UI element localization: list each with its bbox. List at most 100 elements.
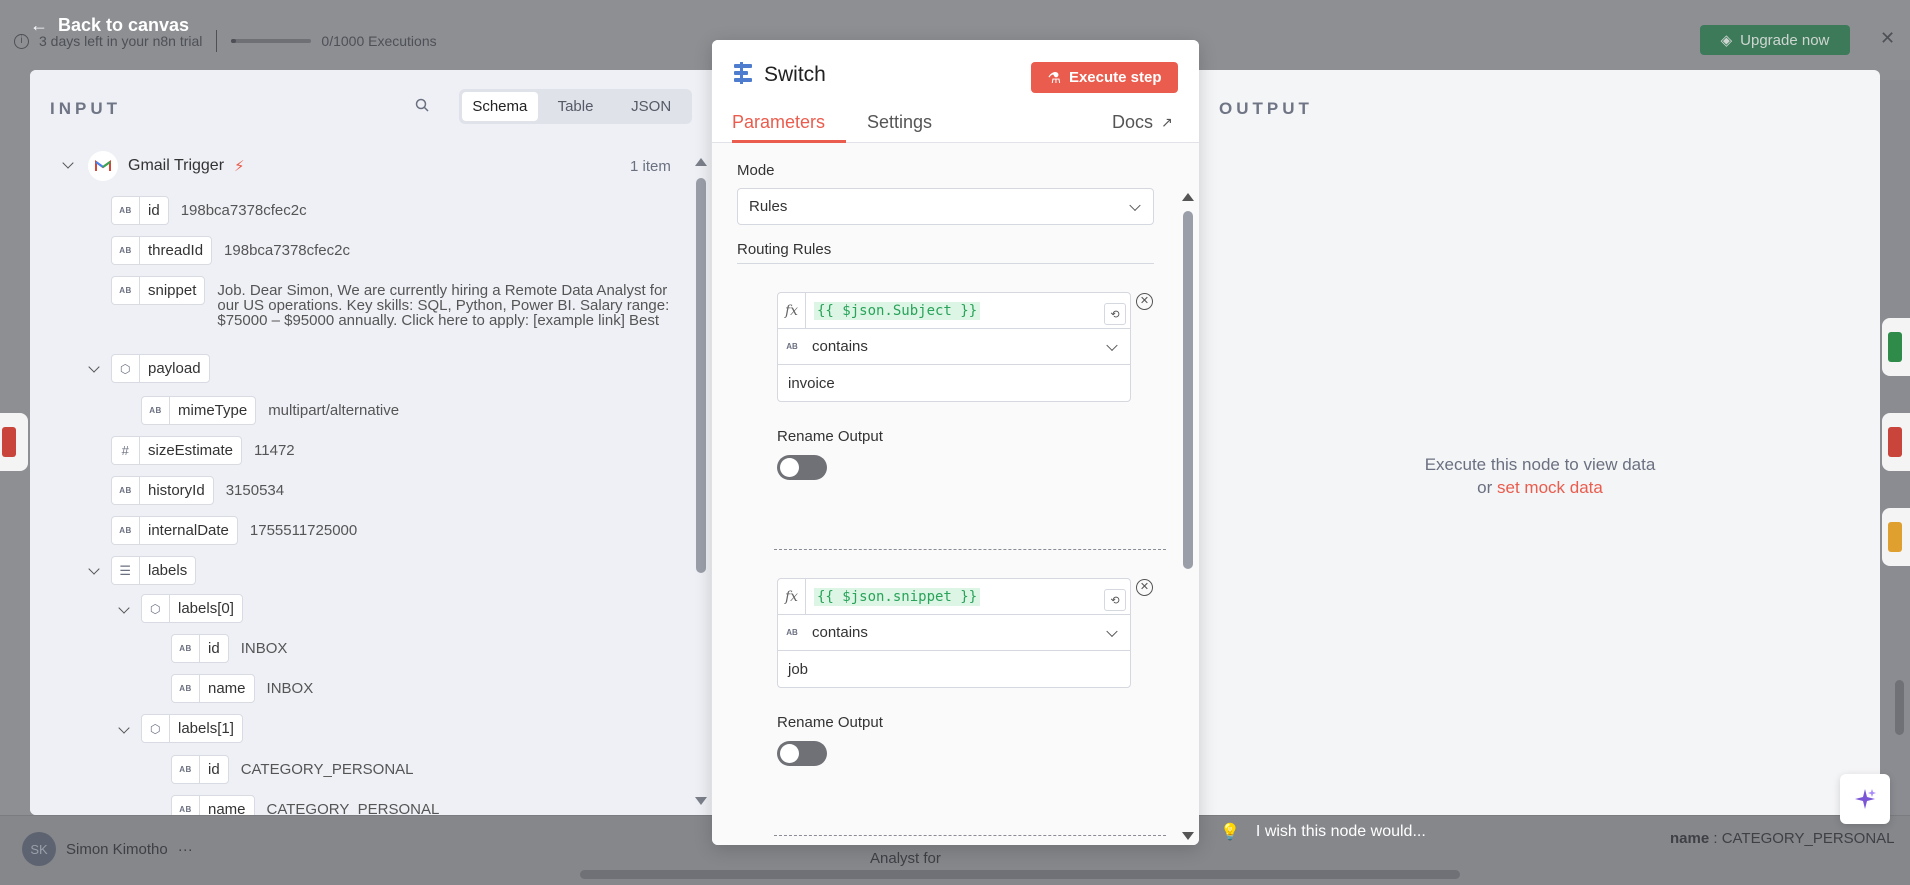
user-name: Simon Kimotho bbox=[66, 840, 168, 858]
remove-rule-icon[interactable]: ✕ bbox=[1136, 579, 1153, 596]
tab-settings[interactable]: Settings bbox=[867, 112, 932, 133]
back-label: Back to canvas bbox=[58, 15, 190, 35]
input-scrollbar[interactable] bbox=[696, 178, 706, 573]
mode-select[interactable]: Rules bbox=[737, 188, 1154, 225]
field-value: Job. Dear Simon, We are currently hiring… bbox=[217, 282, 670, 329]
diamond-icon: ◈ bbox=[1720, 32, 1733, 49]
bg-name-value: : CATEGORY_PERSONAL bbox=[1713, 830, 1895, 847]
field-key: sizeEstimate bbox=[148, 442, 234, 459]
search-icon[interactable] bbox=[415, 98, 429, 112]
schema-field[interactable]: AB historyId 3150534 bbox=[111, 476, 284, 505]
operator-select[interactable]: AB contains bbox=[778, 329, 1130, 365]
executions-count: 0/1000 Executions bbox=[321, 33, 437, 49]
reset-icon[interactable]: ⟲ bbox=[1104, 589, 1126, 611]
remove-rule-icon[interactable]: ✕ bbox=[1136, 293, 1153, 310]
parameters-scrollbar[interactable] bbox=[1183, 211, 1193, 569]
object-type-icon: ⬡ bbox=[142, 715, 170, 742]
rename-output-toggle[interactable] bbox=[777, 455, 827, 480]
schema-list[interactable]: ☰ labels bbox=[111, 556, 197, 585]
tab-json[interactable]: JSON bbox=[613, 92, 689, 121]
canvas-horizontal-scrollbar[interactable] bbox=[580, 870, 1460, 879]
operator-value: contains bbox=[812, 624, 868, 641]
scroll-up-icon[interactable] bbox=[1182, 193, 1194, 201]
scroll-up-icon[interactable] bbox=[695, 158, 707, 166]
node-title[interactable]: Switch bbox=[764, 63, 826, 87]
string-type-icon: AB bbox=[112, 237, 140, 264]
bg-name-row: name : CATEGORY_PERSONAL bbox=[1670, 830, 1895, 847]
routing-rules-label: Routing Rules bbox=[737, 241, 832, 258]
field-value: INBOX bbox=[240, 640, 288, 657]
field-value: 198bca7378cfec2c bbox=[224, 242, 350, 259]
field-key: labels[1] bbox=[178, 720, 234, 737]
rename-output-toggle[interactable] bbox=[777, 741, 827, 766]
expression-field[interactable]: fx {{ $json.Subject }} ⟲ bbox=[778, 292, 1130, 329]
scroll-down-icon[interactable] bbox=[1182, 832, 1194, 840]
schema-field[interactable]: AB internalDate 1755511725000 bbox=[111, 516, 357, 545]
chevron-down-icon bbox=[1129, 199, 1141, 211]
arrow-left-icon: ← bbox=[30, 15, 48, 35]
schema-field[interactable]: AB threadId 198bca7378cfec2c bbox=[111, 236, 350, 265]
upgrade-button[interactable]: ◈ Upgrade now bbox=[1700, 25, 1850, 55]
avatar: SK bbox=[22, 832, 56, 866]
schema-field[interactable]: AB id 198bca7378cfec2c bbox=[111, 196, 307, 225]
chevron-down-icon bbox=[1106, 625, 1118, 637]
operator-select[interactable]: AB contains bbox=[778, 615, 1130, 651]
back-to-canvas-link[interactable]: ← Back to canvas bbox=[30, 15, 189, 36]
field-value: 11472 bbox=[254, 442, 295, 459]
field-value: multipart/alternative bbox=[268, 402, 400, 419]
divider bbox=[216, 30, 218, 52]
next-node-tile[interactable] bbox=[1882, 318, 1910, 376]
external-link-icon: ↗ bbox=[1161, 114, 1173, 130]
string-type-icon: AB bbox=[172, 675, 200, 702]
user-menu[interactable]: SK Simon Kimotho ··· bbox=[22, 832, 193, 866]
gmail-trigger-node[interactable]: Gmail Trigger ⚡ bbox=[88, 151, 245, 181]
ai-assistant-button[interactable] bbox=[1840, 774, 1890, 824]
schema-field[interactable]: AB id CATEGORY_PERSONAL bbox=[171, 755, 414, 784]
scroll-down-icon[interactable] bbox=[695, 797, 707, 805]
field-key: labels[0] bbox=[178, 600, 234, 617]
fx-icon: fx bbox=[778, 578, 806, 615]
input-title: INPUT bbox=[50, 99, 121, 118]
field-key: id bbox=[208, 761, 220, 778]
field-key: snippet bbox=[148, 282, 197, 299]
schema-object[interactable]: ⬡ labels[1] bbox=[141, 714, 243, 743]
prev-node-tile[interactable] bbox=[0, 413, 28, 471]
switch-node-icon bbox=[734, 62, 752, 84]
set-mock-data-link[interactable]: set mock data bbox=[1497, 478, 1603, 497]
field-key: payload bbox=[148, 360, 201, 377]
rename-output-label: Rename Output bbox=[777, 714, 883, 731]
schema-field[interactable]: AB name CATEGORY_PERSONAL bbox=[171, 795, 439, 815]
schema-field[interactable]: AB name INBOX bbox=[171, 674, 313, 703]
schema-field[interactable]: AB mimeType multipart/alternative bbox=[141, 396, 399, 425]
switch-node-panel: Switch ⚗ Execute step Parameters Setting… bbox=[712, 40, 1199, 845]
rule-value-input[interactable]: invoice bbox=[788, 375, 835, 392]
execute-step-button[interactable]: ⚗ Execute step bbox=[1031, 62, 1178, 93]
string-type-icon: AB bbox=[172, 796, 200, 815]
rule-separator bbox=[774, 835, 1166, 836]
docs-link[interactable]: Docs ↗ bbox=[1112, 112, 1173, 133]
field-value: CATEGORY_PERSONAL bbox=[266, 801, 440, 815]
schema-object[interactable]: ⬡ labels[0] bbox=[141, 594, 243, 623]
schema-field[interactable]: AB snippet Job. Dear Simon, We are curren… bbox=[111, 276, 676, 328]
object-type-icon: ⬡ bbox=[142, 595, 170, 622]
tab-schema[interactable]: Schema bbox=[462, 92, 538, 121]
close-banner-icon[interactable]: ✕ bbox=[1880, 28, 1895, 49]
next-node-tile[interactable] bbox=[1882, 413, 1910, 471]
mode-value: Rules bbox=[749, 198, 788, 215]
tab-table[interactable]: Table bbox=[538, 92, 614, 121]
expression-field[interactable]: fx {{ $json.snippet }} ⟲ bbox=[778, 578, 1130, 615]
divider bbox=[737, 263, 1154, 264]
schema-field[interactable]: # sizeEstimate 11472 bbox=[111, 436, 295, 465]
rule-value-input[interactable]: job bbox=[788, 661, 808, 678]
field-value: CATEGORY_PERSONAL bbox=[240, 761, 414, 778]
object-type-icon: ⬡ bbox=[112, 355, 140, 382]
upgrade-label: Upgrade now bbox=[1740, 31, 1830, 49]
reset-icon[interactable]: ⟲ bbox=[1104, 303, 1126, 325]
schema-object[interactable]: ⬡ payload bbox=[111, 354, 210, 383]
canvas-vertical-scrollbar[interactable] bbox=[1895, 680, 1904, 735]
schema-field[interactable]: AB id INBOX bbox=[171, 634, 287, 663]
tab-parameters[interactable]: Parameters bbox=[732, 112, 825, 133]
more-icon[interactable]: ··· bbox=[178, 841, 193, 858]
feedback-prompt[interactable]: 💡 I wish this node would... bbox=[1220, 822, 1426, 842]
next-node-tile[interactable] bbox=[1882, 508, 1910, 566]
